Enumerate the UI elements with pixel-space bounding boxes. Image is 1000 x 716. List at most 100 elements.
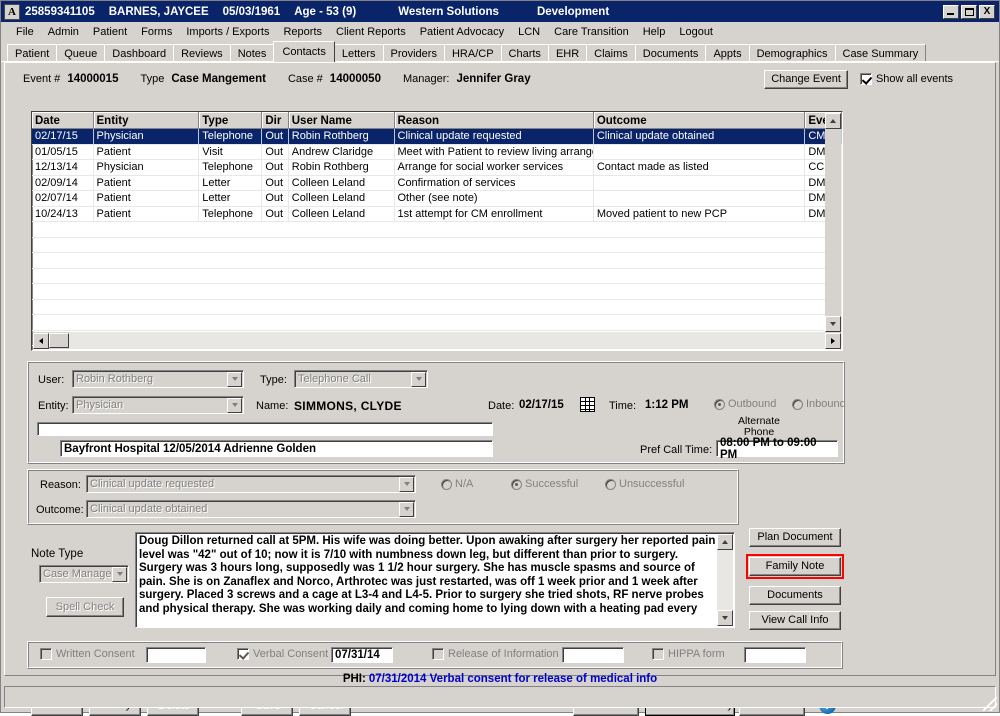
status-successful-radio[interactable] bbox=[511, 479, 522, 490]
column-header-entity[interactable]: Entity bbox=[93, 113, 199, 129]
documents-button[interactable]: Documents bbox=[749, 586, 841, 605]
menu-patient[interactable]: Patient bbox=[86, 25, 134, 39]
table-row[interactable]: 01/05/15 Patient Visit Out Andrew Clarid… bbox=[32, 144, 842, 160]
column-header-outcome[interactable]: Outcome bbox=[593, 113, 805, 129]
menu-reports[interactable]: Reports bbox=[276, 25, 329, 39]
menu-client-reports[interactable]: Client Reports bbox=[329, 25, 413, 39]
table-row[interactable]: 10/24/13 Patient Telephone Out Colleen L… bbox=[32, 206, 842, 222]
pref-call-time-field[interactable]: 08:00 PM to 09:00 PM bbox=[716, 440, 838, 457]
plan-document-button[interactable]: Plan Document bbox=[749, 528, 841, 547]
entity-combobox[interactable]: Physician bbox=[72, 396, 244, 414]
menu-care-transition[interactable]: Care Transition bbox=[547, 25, 636, 39]
note-scroll-up-button[interactable] bbox=[717, 534, 733, 550]
contacts-grid[interactable]: Date Entity Type Dir User Name Reason Ou… bbox=[31, 111, 843, 351]
column-header-type[interactable]: Type bbox=[199, 113, 262, 129]
note-type-combobox[interactable]: Case Manager bbox=[39, 565, 129, 583]
hscroll-track[interactable] bbox=[69, 332, 825, 349]
tab-patient[interactable]: Patient bbox=[7, 44, 57, 62]
release-of-information-field[interactable] bbox=[562, 647, 624, 663]
chevron-down-icon[interactable] bbox=[227, 372, 242, 387]
tab-demographics[interactable]: Demographics bbox=[749, 44, 836, 62]
menu-logout[interactable]: Logout bbox=[672, 25, 720, 39]
scroll-up-button[interactable] bbox=[825, 113, 841, 129]
status-successful[interactable]: Successful bbox=[511, 478, 578, 490]
verbal-consent-checkbox[interactable] bbox=[237, 648, 249, 660]
tab-documents[interactable]: Documents bbox=[635, 44, 707, 62]
change-event-button[interactable]: Change Event bbox=[764, 70, 848, 89]
contact-address-field-top[interactable] bbox=[37, 422, 493, 436]
outcome-combobox[interactable]: Clinical update obtained bbox=[86, 500, 416, 518]
menu-help[interactable]: Help bbox=[636, 25, 673, 39]
column-header-user-name[interactable]: User Name bbox=[288, 113, 394, 129]
grid-horizontal-scrollbar[interactable] bbox=[33, 332, 841, 349]
tab-letters[interactable]: Letters bbox=[334, 44, 384, 62]
menu-imports-exports[interactable]: Imports / Exports bbox=[179, 25, 276, 39]
menu-forms[interactable]: Forms bbox=[134, 25, 179, 39]
show-all-events-checkbox[interactable] bbox=[860, 73, 872, 85]
tab-charts[interactable]: Charts bbox=[501, 44, 549, 62]
chevron-down-icon[interactable] bbox=[227, 398, 242, 413]
note-vertical-scrollbar[interactable] bbox=[717, 534, 733, 626]
chevron-down-icon[interactable] bbox=[399, 477, 414, 492]
column-header-reason[interactable]: Reason bbox=[394, 113, 593, 129]
table-row[interactable]: 12/13/14 Physician Telephone Out Robin R… bbox=[32, 160, 842, 176]
close-button[interactable]: X bbox=[979, 5, 995, 19]
scroll-down-button[interactable] bbox=[825, 316, 841, 332]
status-unsuccessful-radio[interactable] bbox=[605, 479, 616, 490]
hippa-form-field[interactable] bbox=[744, 647, 806, 663]
table-row[interactable]: 02/07/14 Patient Letter Out Colleen Lela… bbox=[32, 191, 842, 207]
direction-inbound-radio[interactable] bbox=[792, 399, 803, 410]
view-call-info-button[interactable]: View Call Info bbox=[749, 611, 841, 630]
scroll-right-button[interactable] bbox=[825, 333, 841, 349]
table-row[interactable]: 02/17/15 Physician Telephone Out Robin R… bbox=[32, 129, 842, 145]
verbal-consent-wrap[interactable]: Verbal Consent bbox=[237, 648, 328, 660]
tab-providers[interactable]: Providers bbox=[383, 44, 445, 62]
tab-contacts[interactable]: Contacts bbox=[273, 41, 334, 62]
chevron-down-icon[interactable] bbox=[112, 567, 127, 582]
tab-claims[interactable]: Claims bbox=[586, 44, 636, 62]
written-consent-checkbox[interactable] bbox=[40, 648, 52, 660]
chevron-down-icon[interactable] bbox=[399, 502, 414, 517]
note-scroll-down-button[interactable] bbox=[717, 610, 733, 626]
menu-lcn[interactable]: LCN bbox=[511, 25, 547, 39]
tab-appts[interactable]: Appts bbox=[705, 44, 749, 62]
column-header-dir[interactable]: Dir bbox=[262, 113, 288, 129]
show-all-events-checkbox-wrap[interactable]: Show all events bbox=[860, 73, 953, 85]
written-consent-wrap[interactable]: Written Consent bbox=[40, 648, 135, 660]
contact-location-field[interactable]: Bayfront Hospital 12/05/2014 Adrienne Go… bbox=[60, 440, 493, 457]
release-of-information-checkbox[interactable] bbox=[432, 648, 444, 660]
table-row[interactable]: 02/09/14 Patient Letter Out Colleen Lela… bbox=[32, 175, 842, 191]
tab-dashboard[interactable]: Dashboard bbox=[104, 44, 174, 62]
direction-inbound[interactable]: Inbound bbox=[792, 398, 846, 410]
family-note-button[interactable]: Family Note bbox=[749, 557, 841, 576]
chevron-down-icon[interactable] bbox=[411, 372, 426, 387]
scroll-left-button[interactable] bbox=[33, 333, 49, 349]
note-textarea[interactable]: Doug Dillon returned call at 5PM. His wi… bbox=[135, 532, 735, 628]
resize-grip-icon[interactable] bbox=[983, 697, 997, 711]
spell-check-button[interactable]: Spell Check bbox=[46, 597, 124, 617]
tab-ehr[interactable]: EHR bbox=[548, 44, 587, 62]
menu-file[interactable]: File bbox=[9, 25, 41, 39]
status-na-radio[interactable] bbox=[441, 479, 452, 490]
status-na[interactable]: N/A bbox=[441, 478, 473, 490]
tab-notes[interactable]: Notes bbox=[230, 44, 275, 62]
hippa-form-wrap[interactable]: HIPPA form bbox=[652, 648, 725, 660]
written-consent-field[interactable] bbox=[146, 647, 206, 663]
status-unsuccessful[interactable]: Unsuccessful bbox=[605, 478, 684, 490]
hippa-form-checkbox[interactable] bbox=[652, 648, 664, 660]
user-combobox[interactable]: Robin Rothberg bbox=[72, 370, 244, 388]
minimize-button[interactable] bbox=[943, 5, 959, 19]
column-header-date[interactable]: Date bbox=[32, 113, 93, 129]
direction-outbound[interactable]: Outbound bbox=[714, 398, 776, 410]
direction-outbound-radio[interactable] bbox=[714, 399, 725, 410]
type-combobox[interactable]: Telephone Call bbox=[294, 370, 428, 388]
verbal-consent-field[interactable]: 07/31/14 bbox=[331, 647, 393, 663]
reason-combobox[interactable]: Clinical update requested bbox=[86, 475, 416, 493]
hscroll-thumb[interactable] bbox=[49, 333, 69, 348]
grid-vertical-scrollbar[interactable] bbox=[825, 113, 841, 332]
menu-patient-advocacy[interactable]: Patient Advocacy bbox=[413, 25, 511, 39]
tab-case-summary[interactable]: Case Summary bbox=[835, 44, 927, 62]
release-of-information-wrap[interactable]: Release of Information bbox=[432, 648, 559, 660]
tab-queue[interactable]: Queue bbox=[56, 44, 105, 62]
calendar-icon[interactable] bbox=[580, 397, 595, 412]
